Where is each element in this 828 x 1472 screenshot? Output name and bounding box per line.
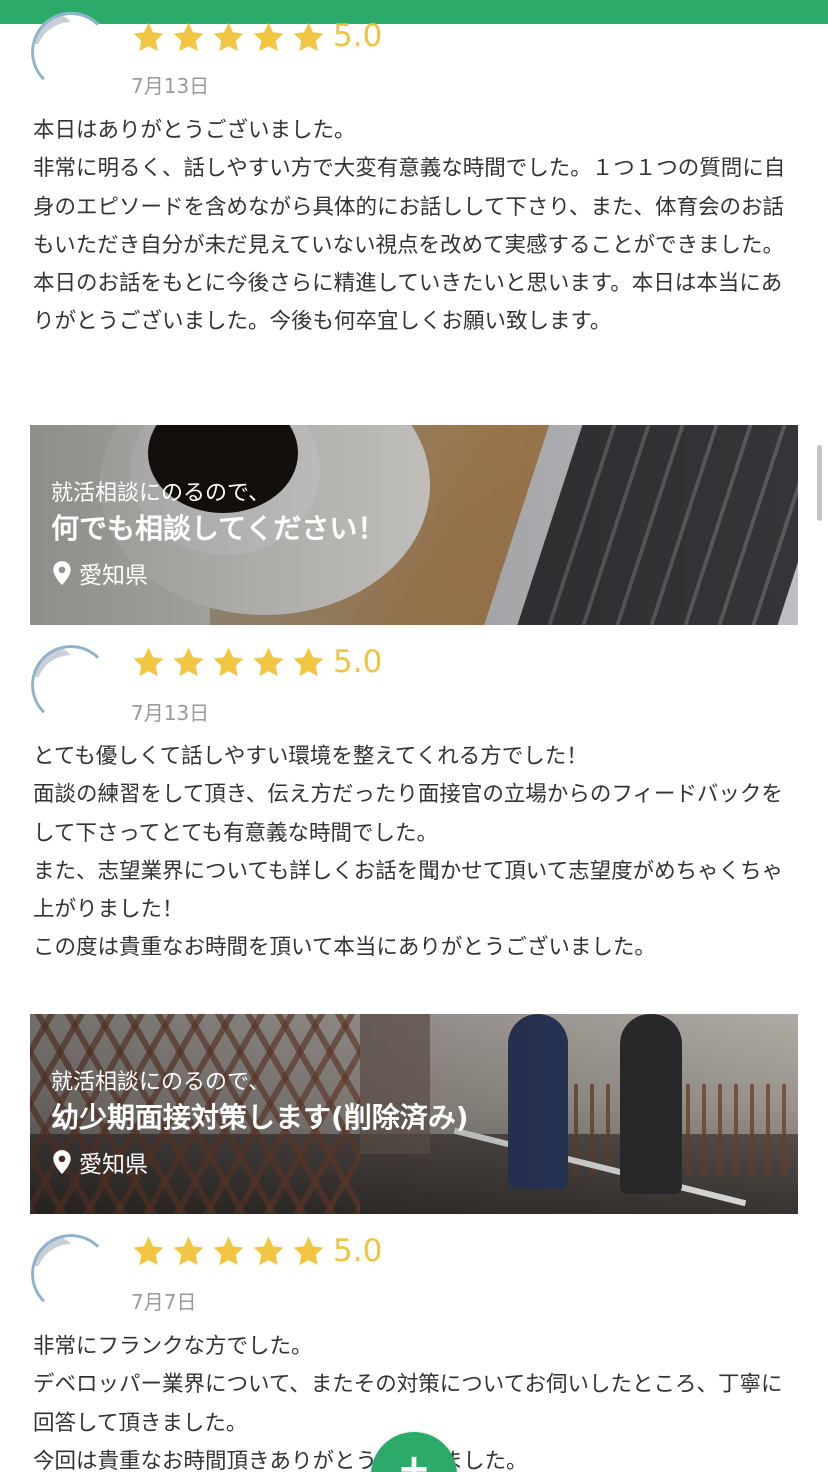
star-icon bbox=[170, 645, 207, 680]
star-icon bbox=[250, 1234, 287, 1269]
review-date: 7月13日 bbox=[131, 74, 210, 98]
star-icon bbox=[210, 1234, 247, 1269]
star-icon bbox=[130, 1234, 167, 1269]
review-text: 本日はありがとうございました。 非常に明るく、話しやすい方で大変有意義な時間でし… bbox=[33, 118, 786, 335]
banner-title: 幼少期面接対策します(削除済み) bbox=[51, 1101, 469, 1134]
location-pin-icon bbox=[51, 1149, 73, 1175]
listing-banner[interactable]: 就活相談にのるので、 幼少期面接対策します(削除済み) 愛知県 bbox=[30, 1014, 798, 1214]
rating-score: 5.0 bbox=[333, 18, 383, 54]
star-icon bbox=[170, 1234, 207, 1269]
avatar[interactable] bbox=[31, 1234, 111, 1314]
star-icon bbox=[290, 645, 327, 680]
top-app-bar bbox=[0, 0, 828, 24]
star-icon bbox=[290, 20, 327, 55]
star-icon bbox=[210, 645, 247, 680]
banner-subtitle: 就活相談にのるので、 bbox=[51, 481, 271, 506]
rating-score: 5.0 bbox=[333, 1233, 383, 1269]
star-icon bbox=[250, 20, 287, 55]
star-rating bbox=[130, 20, 327, 55]
listing-banner[interactable]: 就活相談にのるので、 何でも相談してください！ 愛知県 bbox=[30, 425, 798, 625]
review-date: 7月7日 bbox=[131, 1290, 197, 1314]
star-icon bbox=[250, 645, 287, 680]
avatar[interactable] bbox=[31, 12, 111, 92]
banner-location: 愛知県 bbox=[51, 1145, 148, 1179]
banner-location: 愛知県 bbox=[51, 556, 148, 590]
review-date: 7月13日 bbox=[131, 701, 210, 725]
banner-location-label: 愛知県 bbox=[79, 1152, 148, 1178]
star-icon bbox=[170, 20, 207, 55]
star-icon bbox=[130, 20, 167, 55]
banner-location-label: 愛知県 bbox=[79, 563, 148, 589]
scrollbar-thumb[interactable] bbox=[817, 445, 822, 521]
star-icon bbox=[210, 20, 247, 55]
banner-title: 何でも相談してください！ bbox=[51, 512, 386, 545]
plus-icon: + bbox=[397, 1446, 431, 1472]
star-rating bbox=[130, 645, 327, 680]
star-icon bbox=[130, 645, 167, 680]
star-icon bbox=[290, 1234, 327, 1269]
avatar[interactable] bbox=[31, 645, 111, 725]
location-pin-icon bbox=[51, 560, 73, 586]
rating-score: 5.0 bbox=[333, 644, 383, 680]
banner-subtitle: 就活相談にのるので、 bbox=[51, 1070, 271, 1095]
star-rating bbox=[130, 1234, 327, 1269]
review-text: とても優しくて話しやすい環境を整えてくれる方でした！ 面談の練習をして頂き、伝え… bbox=[33, 744, 784, 961]
